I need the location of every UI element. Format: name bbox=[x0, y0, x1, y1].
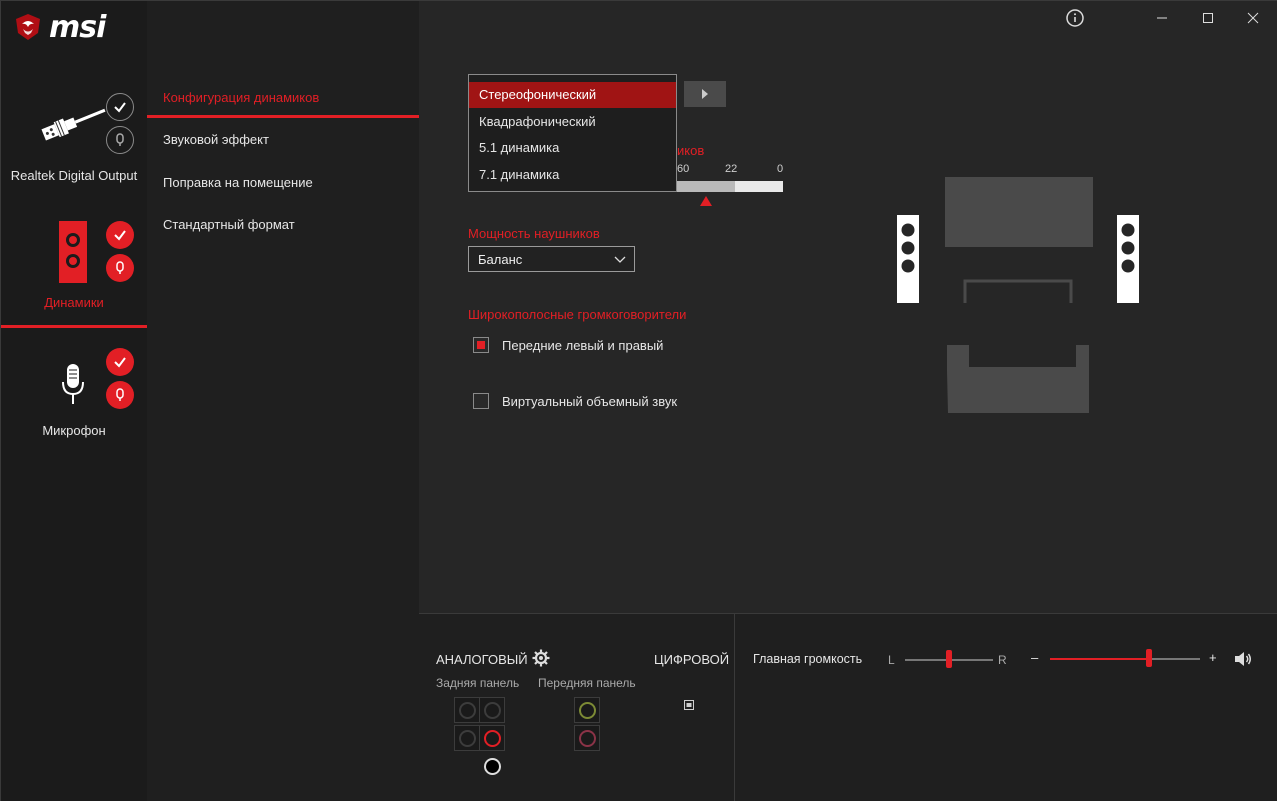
speaker-icon bbox=[59, 221, 87, 283]
volume-fill bbox=[1050, 658, 1149, 660]
volume-slider-thumb[interactable] bbox=[1146, 649, 1152, 667]
dropdown-option[interactable]: 5.1 динамика bbox=[469, 135, 676, 161]
room-speaker-illustration bbox=[897, 177, 1139, 413]
balance-slider-thumb[interactable] bbox=[946, 650, 952, 668]
jack-ring-icon bbox=[578, 729, 596, 747]
checkbox-label: Передние левый и правый bbox=[502, 337, 664, 353]
front-jack-headphone[interactable] bbox=[574, 697, 600, 723]
front-jack-mic[interactable] bbox=[574, 725, 600, 751]
menu-item-sound-effect[interactable]: Звуковой эффект bbox=[163, 132, 269, 147]
virtual-surround-checkbox-row[interactable]: Виртуальный объемный звук bbox=[473, 393, 677, 409]
device-settings-icon[interactable] bbox=[106, 381, 134, 409]
menu-item-default-format[interactable]: Стандартный формат bbox=[163, 217, 295, 232]
device-label: Микрофон bbox=[42, 423, 106, 438]
jack-ring-icon bbox=[483, 757, 501, 775]
minimize-icon[interactable] bbox=[1151, 7, 1173, 29]
level-meter-fill bbox=[677, 181, 735, 192]
jack-ring-icon bbox=[578, 701, 596, 719]
settings-menu: Конфигурация динамиков Звуковой эффект П… bbox=[147, 1, 419, 801]
device-realtek-digital[interactable]: Realtek Digital Output bbox=[1, 89, 147, 189]
dropdown-option[interactable]: 7.1 динамика bbox=[469, 162, 676, 188]
info-icon[interactable] bbox=[1064, 7, 1086, 29]
rear-jack-2[interactable] bbox=[479, 697, 505, 723]
jack-ring-icon bbox=[458, 701, 476, 719]
digital-label: ЦИФРОВОЙ bbox=[654, 652, 730, 667]
front-lr-checkbox-row[interactable]: Передние левый и правый bbox=[473, 337, 663, 353]
connected-check-icon bbox=[106, 348, 134, 376]
meter-label: 22 bbox=[725, 163, 738, 175]
volume-panel: Главная громкость L R – + bbox=[735, 613, 1277, 801]
device-label: Динамики bbox=[44, 295, 104, 310]
device-settings-icon[interactable] bbox=[106, 126, 134, 154]
device-settings-icon[interactable] bbox=[106, 254, 134, 282]
dropdown-option[interactable]: Квадрафонический bbox=[469, 109, 676, 135]
device-speakers[interactable]: Динамики bbox=[1, 216, 147, 326]
gear-icon[interactable] bbox=[532, 649, 550, 667]
partial-section-title: иков bbox=[677, 143, 705, 158]
app-window: msi Realtek Digital Output Динамики Микр… bbox=[0, 0, 1277, 801]
rear-jack-1[interactable] bbox=[454, 697, 480, 723]
headphone-power-select[interactable]: Баланс bbox=[468, 246, 635, 272]
front-lr-checkbox[interactable] bbox=[473, 337, 489, 353]
checkbox-label: Виртуальный объемный звук bbox=[502, 393, 678, 409]
rear-jack-speaker-out[interactable] bbox=[479, 725, 505, 751]
front-panel-label: Передняя панель bbox=[538, 676, 636, 690]
dropdown-option[interactable]: Стереофонический bbox=[469, 82, 676, 108]
rear-panel-label: Задняя панель bbox=[436, 676, 520, 690]
left-speaker-icon bbox=[897, 215, 919, 303]
active-device-indicator bbox=[1, 325, 147, 328]
close-icon[interactable] bbox=[1242, 7, 1264, 29]
connected-check-icon bbox=[106, 93, 134, 121]
device-sidebar: msi Realtek Digital Output Динамики Микр… bbox=[1, 1, 147, 801]
rear-jack-black[interactable] bbox=[479, 753, 505, 779]
connector-panel: АНАЛОГОВЫЙ ЦИФРОВОЙ Задняя панель Передн… bbox=[419, 613, 735, 801]
select-value: Баланс bbox=[478, 251, 523, 267]
msi-logo: msi bbox=[13, 9, 106, 45]
device-microphone[interactable]: Микрофон bbox=[1, 346, 147, 446]
digital-port-icon[interactable] bbox=[684, 700, 694, 710]
main-panel: Стереофонический Квадрафонический 5.1 ди… bbox=[419, 1, 1277, 613]
menu-item-speaker-config[interactable]: Конфигурация динамиков bbox=[163, 90, 319, 105]
balance-left-label: L bbox=[888, 653, 895, 667]
microphone-icon bbox=[62, 364, 84, 404]
device-label: Realtek Digital Output bbox=[10, 168, 138, 183]
speaker-config-dropdown[interactable]: Стереофонический Квадрафонический 5.1 ди… bbox=[468, 74, 677, 192]
volume-minus-icon[interactable]: – bbox=[1031, 650, 1038, 665]
analog-label: АНАЛОГОВЫЙ bbox=[436, 652, 528, 667]
brand-wordmark: msi bbox=[49, 9, 106, 45]
connected-check-icon bbox=[106, 221, 134, 249]
chevron-down-icon bbox=[614, 256, 626, 263]
jack-ring-icon bbox=[483, 701, 501, 719]
fullrange-title: Широкополосные громкоговорители bbox=[468, 307, 687, 322]
digital-plug-icon bbox=[41, 108, 106, 141]
speaker-volume-icon[interactable] bbox=[1234, 651, 1252, 667]
level-pointer-icon[interactable] bbox=[700, 196, 712, 206]
meter-label: 0 bbox=[777, 163, 784, 175]
headphone-power-title: Мощность наушников bbox=[468, 226, 600, 241]
balance-right-label: R bbox=[998, 653, 1007, 667]
dragon-logo-icon bbox=[16, 14, 40, 40]
right-speaker-icon bbox=[1117, 215, 1139, 303]
menu-item-room-correction[interactable]: Поправка на помещение bbox=[163, 175, 313, 190]
active-menu-indicator bbox=[147, 115, 419, 118]
jack-ring-icon bbox=[458, 729, 476, 747]
jack-ring-icon bbox=[483, 729, 501, 747]
virtual-surround-checkbox[interactable] bbox=[473, 393, 489, 409]
rear-jack-3[interactable] bbox=[454, 725, 480, 751]
play-icon bbox=[702, 89, 708, 99]
master-volume-label: Главная громкость bbox=[753, 652, 863, 666]
volume-plus-icon[interactable]: + bbox=[1209, 650, 1217, 665]
meter-label: 60 bbox=[677, 163, 690, 175]
maximize-icon[interactable] bbox=[1197, 7, 1219, 29]
level-meter bbox=[677, 181, 783, 192]
play-test-button[interactable] bbox=[684, 81, 726, 107]
